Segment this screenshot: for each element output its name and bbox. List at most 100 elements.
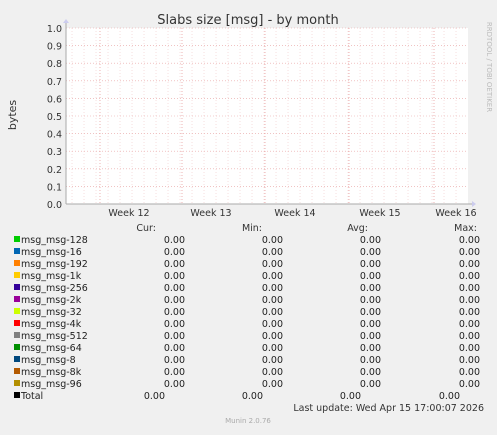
legend-series-name: msg_msg-192	[21, 259, 88, 270]
legend-value-cur: 0.00	[164, 343, 185, 354]
legend-swatch	[14, 320, 20, 326]
legend-value-avg: 0.00	[340, 391, 361, 402]
legend-value-avg: 0.00	[360, 319, 381, 330]
legend-value-max: 0.00	[459, 331, 480, 342]
legend-swatch	[14, 392, 20, 398]
legend-value-min: 0.00	[262, 319, 283, 330]
x-tick-label: Week 12	[108, 208, 149, 219]
legend-value-max: 0.00	[459, 307, 480, 318]
y-tick-label: 0.3	[47, 147, 62, 158]
legend-series-name: msg_msg-4k	[21, 319, 82, 330]
legend-series-name: msg_msg-16	[21, 247, 82, 258]
legend-value-max: 0.00	[459, 247, 480, 258]
legend-value-min: 0.00	[262, 235, 283, 246]
legend-swatch	[14, 260, 20, 266]
legend-series-name: msg_msg-512	[21, 331, 88, 342]
legend-value-cur: 0.00	[164, 283, 185, 294]
legend-header: Avg:	[347, 223, 368, 234]
legend-value-avg: 0.00	[360, 343, 381, 354]
legend-value-avg: 0.00	[360, 295, 381, 306]
legend-series-name: msg_msg-8	[21, 355, 76, 366]
legend-series-name: msg_msg-8k	[21, 367, 82, 378]
legend-value-cur: 0.00	[164, 367, 185, 378]
legend-value-min: 0.00	[262, 271, 283, 282]
legend-swatch	[14, 380, 20, 386]
legend-swatch	[14, 356, 20, 362]
legend-swatch	[14, 236, 20, 242]
legend-value-max: 0.00	[439, 391, 460, 402]
legend-series-name: Total	[20, 391, 43, 402]
legend-value-cur: 0.00	[164, 259, 185, 270]
legend-value-avg: 0.00	[360, 331, 381, 342]
x-tick-label: Week 16	[435, 208, 476, 219]
last-update: Last update: Wed Apr 15 17:00:07 2026	[293, 403, 484, 414]
legend-series-name: msg_msg-128	[21, 235, 88, 246]
legend-value-min: 0.00	[262, 343, 283, 354]
legend-value-avg: 0.00	[360, 307, 381, 318]
legend-value-cur: 0.00	[164, 271, 185, 282]
legend-value-min: 0.00	[262, 331, 283, 342]
legend-series-name: msg_msg-1k	[21, 271, 82, 282]
y-tick-labels: 0.0 0.1 0.2 0.3 0.4 0.5 0.6 0.7 0.8 0.9 1.0	[47, 24, 62, 211]
legend-value-max: 0.00	[459, 319, 480, 330]
y-tick-label: 0.2	[47, 165, 62, 176]
legend-value-cur: 0.00	[164, 355, 185, 366]
legend-swatch	[14, 308, 20, 314]
legend-swatch	[14, 332, 20, 338]
legend-value-max: 0.00	[459, 355, 480, 366]
legend-value-cur: 0.00	[164, 307, 185, 318]
legend-value-cur: 0.00	[144, 391, 165, 402]
legend-value-min: 0.00	[262, 283, 283, 294]
rrdtool-side-label: RRDTOOL / TOBI OETIKER	[485, 22, 493, 112]
y-tick-label: 0.5	[47, 112, 62, 123]
legend-header: Min:	[242, 223, 262, 234]
legend-value-max: 0.00	[459, 295, 480, 306]
legend-value-min: 0.00	[262, 259, 283, 270]
legend-value-max: 0.00	[459, 283, 480, 294]
legend-swatch	[14, 248, 20, 254]
legend-value-min: 0.00	[262, 379, 283, 390]
x-tick-label: Week 13	[190, 208, 231, 219]
legend-value-avg: 0.00	[360, 367, 381, 378]
legend-header: Cur:	[136, 223, 156, 234]
x-tick-label: Week 14	[274, 208, 315, 219]
chart-svg: Slabs size [msg] - by month bytes RRDTOO…	[0, 0, 497, 431]
legend-value-min: 0.00	[262, 295, 283, 306]
legend-value-min: 0.00	[262, 247, 283, 258]
legend-value-cur: 0.00	[164, 319, 185, 330]
y-axis-label: bytes	[6, 100, 19, 131]
y-tick-label: 0.7	[47, 77, 62, 88]
legend-value-avg: 0.00	[360, 235, 381, 246]
legend-value-min: 0.00	[262, 355, 283, 366]
legend-series-name: msg_msg-256	[21, 283, 88, 294]
legend-value-cur: 0.00	[164, 247, 185, 258]
legend-value-cur: 0.00	[164, 331, 185, 342]
legend-value-avg: 0.00	[360, 247, 381, 258]
legend-value-min: 0.00	[262, 307, 283, 318]
legend-series-name: msg_msg-32	[21, 307, 82, 318]
legend-value-cur: 0.00	[164, 295, 185, 306]
legend-value-avg: 0.00	[360, 271, 381, 282]
y-tick-label: 0.1	[47, 182, 62, 193]
legend-value-cur: 0.00	[164, 379, 185, 390]
y-tick-label: 0.0	[47, 200, 62, 211]
legend-series-name: msg_msg-64	[21, 343, 82, 354]
y-tick-label: 0.9	[47, 42, 62, 53]
legend-value-min: 0.00	[262, 367, 283, 378]
y-tick-label: 1.0	[47, 24, 62, 35]
legend-value-max: 0.00	[459, 235, 480, 246]
chart-title: Slabs size [msg] - by month	[157, 13, 338, 28]
legend-value-max: 0.00	[459, 379, 480, 390]
legend-series-name: msg_msg-2k	[21, 295, 82, 306]
legend-value-avg: 0.00	[360, 283, 381, 294]
legend-swatch	[14, 272, 20, 278]
legend-swatch	[14, 344, 20, 350]
x-tick-label: Week 15	[359, 208, 400, 219]
legend-value-cur: 0.00	[164, 235, 185, 246]
y-tick-label: 0.8	[47, 59, 62, 70]
legend-value-max: 0.00	[459, 343, 480, 354]
legend-series-name: msg_msg-96	[21, 379, 82, 390]
legend-swatch	[14, 368, 20, 374]
legend-swatch	[14, 284, 20, 290]
munin-graph: Slabs size [msg] - by month bytes RRDTOO…	[0, 0, 497, 431]
